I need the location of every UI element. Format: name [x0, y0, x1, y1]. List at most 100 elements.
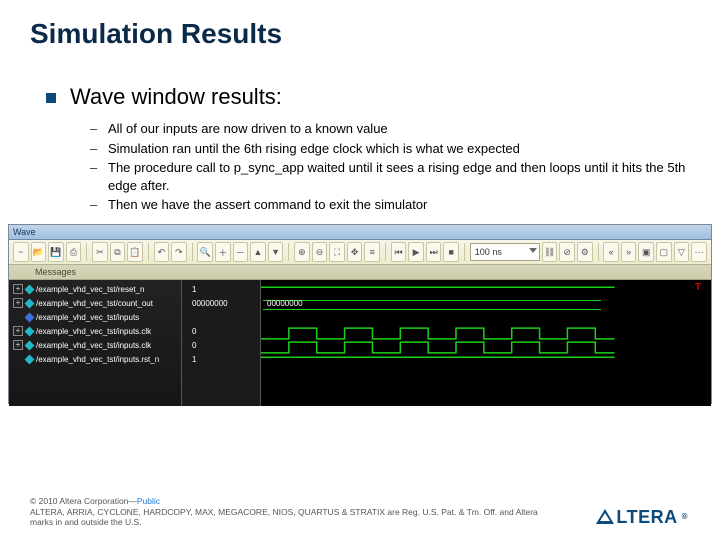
slide-body: Wave window results: – All of our inputs… — [46, 84, 690, 216]
wave-window: Wave ~📂💾⎙ ✂⧉📋 ↶↷ 🔍＋－▲▼ ⊕⊖⛶✥≡ ⏮▶⏭■ 100 ns ⛓⊘⚙ «»▣… — [8, 224, 712, 404]
expand-icon[interactable]: » — [621, 242, 637, 262]
filter-icon[interactable]: ▽ — [674, 242, 690, 262]
expand-icon[interactable]: + — [13, 326, 23, 336]
find-icon[interactable]: 🔍 — [197, 242, 213, 262]
dash-icon: – — [90, 120, 98, 138]
undo-icon[interactable]: ↶ — [154, 242, 170, 262]
copy-icon[interactable]: ⧉ — [110, 242, 126, 262]
toolbar-separator — [598, 243, 599, 261]
config-icon[interactable]: ⚙ — [577, 242, 593, 262]
signal-row[interactable]: + /example_vhd_vec_tst/inputs.clk — [9, 324, 181, 338]
options-icon[interactable]: ⋯ — [691, 242, 707, 262]
toolbar-separator — [148, 243, 149, 261]
signal-value: 1 — [186, 355, 196, 364]
zoom-in-icon[interactable]: ⊕ — [294, 242, 310, 262]
sub-bullet-text: The procedure call to p_sync_app waited … — [108, 159, 690, 194]
signal-row[interactable]: /example_vhd_vec_tst/inputs.rst_n — [9, 352, 181, 366]
break-icon[interactable]: ⊘ — [559, 242, 575, 262]
time-step-value: 100 ns — [475, 247, 502, 257]
add-icon[interactable]: ＋ — [215, 242, 231, 262]
redo-icon[interactable]: ↷ — [171, 242, 187, 262]
signal-diamond-icon — [25, 284, 35, 294]
signal-name: /example_vhd_vec_tst/inputs.rst_n — [36, 355, 159, 364]
trademark-line: ALTERA, ARRIA, CYCLONE, HARDCOPY, MAX, M… — [30, 507, 550, 528]
up-icon[interactable]: ▲ — [250, 242, 266, 262]
bus-value-label: 00000000 — [267, 299, 303, 308]
waveform-row — [261, 354, 711, 368]
altera-triangle-icon — [596, 509, 614, 524]
down-icon[interactable]: ▼ — [268, 242, 284, 262]
signal-value: 1 — [186, 285, 196, 294]
sub-bullet: – Then we have the assert command to exi… — [90, 196, 690, 214]
file-open-icon[interactable]: 📂 — [31, 242, 47, 262]
save-icon[interactable]: 💾 — [48, 242, 64, 262]
dash-icon: – — [90, 159, 98, 177]
collapse-icon[interactable]: « — [603, 242, 619, 262]
zoom-out-icon[interactable]: ⊖ — [312, 242, 328, 262]
waveform-row — [261, 340, 711, 354]
chevron-down-icon — [529, 248, 537, 253]
signal-diamond-icon — [25, 312, 35, 322]
waveform-row — [261, 326, 711, 340]
wave-title-text: Wave — [13, 227, 36, 237]
signal-diamond-icon — [25, 326, 35, 336]
copyright-line: © 2010 Altera Corporation—Public — [30, 496, 690, 507]
step-fwd-icon[interactable]: ⏭ — [426, 242, 442, 262]
dash-icon: – — [90, 140, 98, 158]
waveform-column: T 00000000 — [261, 280, 711, 406]
step-back-icon[interactable]: ⏮ — [391, 242, 407, 262]
expand-icon[interactable]: + — [13, 298, 23, 308]
signal-row[interactable]: + /example_vhd_vec_tst/inputs.clk — [9, 338, 181, 352]
signal-name: /example_vhd_vec_tst/inputs.clk — [36, 327, 151, 336]
toolbar-separator — [288, 243, 289, 261]
bullet-level1: Wave window results: — [46, 84, 690, 110]
signal-name: /example_vhd_vec_tst/reset_n — [36, 285, 145, 294]
messages-bar: Messages — [9, 265, 711, 280]
signal-row[interactable]: + /example_vhd_vec_tst/count_out — [9, 296, 181, 310]
sub-bullet-text: All of our inputs are now driven to a kn… — [108, 120, 388, 138]
slide-title: Simulation Results — [30, 18, 282, 50]
copyright-text: © 2010 Altera Corporation— — [30, 496, 137, 506]
zoom-full-icon[interactable]: ⛶ — [329, 242, 345, 262]
wave-icon[interactable]: ~ — [13, 242, 29, 262]
sub-bullet: – Simulation ran until the 6th rising ed… — [90, 140, 690, 158]
toolbar-separator — [86, 243, 87, 261]
stop-icon[interactable]: ■ — [443, 242, 459, 262]
cursor-icon[interactable]: ✥ — [347, 242, 363, 262]
remove-icon[interactable]: － — [233, 242, 249, 262]
cut-icon[interactable]: ✂ — [92, 242, 108, 262]
square-bullet-icon — [46, 93, 56, 103]
toolbar-separator — [385, 243, 386, 261]
signal-value-row: 1 — [182, 352, 260, 366]
wave-area: + /example_vhd_vec_tst/reset_n + /example_v… — [9, 280, 711, 406]
signal-diamond-icon — [25, 340, 35, 350]
print-icon[interactable]: ⎙ — [66, 242, 82, 262]
expand-icon[interactable]: + — [13, 284, 23, 294]
ruler-icon[interactable]: ≡ — [364, 242, 380, 262]
ungroup-icon[interactable]: ▢ — [656, 242, 672, 262]
sub-bullet: – The procedure call to p_sync_app waite… — [90, 159, 690, 194]
signal-name: /example_vhd_vec_tst/count_out — [36, 299, 153, 308]
slide: Simulation Results Wave window results: … — [0, 0, 720, 540]
expand-icon[interactable]: + — [13, 340, 23, 350]
signal-diamond-icon — [25, 298, 35, 308]
dash-icon: – — [90, 196, 98, 214]
signal-name: /example_vhd_vec_tst/inputs.clk — [36, 341, 151, 350]
public-label: Public — [137, 496, 160, 506]
time-step-field[interactable]: 100 ns — [470, 243, 540, 261]
sub-bullets: – All of our inputs are now driven to a … — [90, 120, 690, 214]
bullet-text: Wave window results: — [70, 84, 282, 110]
paste-icon[interactable]: 📋 — [127, 242, 143, 262]
wave-toolbar: ~📂💾⎙ ✂⧉📋 ↶↷ 🔍＋－▲▼ ⊕⊖⛶✥≡ ⏮▶⏭■ 100 ns ⛓⊘⚙ «»▣▢▽⋯ — [9, 240, 711, 265]
altera-logo-text: LTERA — [616, 506, 677, 529]
messages-label: Messages — [35, 267, 76, 277]
signal-row[interactable]: + /example_vhd_vec_tst/reset_n — [9, 282, 181, 296]
group-icon[interactable]: ▣ — [638, 242, 654, 262]
play-icon[interactable]: ▶ — [408, 242, 424, 262]
toolbar-separator — [464, 243, 465, 261]
signal-row[interactable]: /example_vhd_vec_tst/inputs — [9, 310, 181, 324]
altera-logo: LTERA ® — [596, 506, 688, 529]
signal-value-row: 0 — [182, 338, 260, 352]
signal-name: /example_vhd_vec_tst/inputs — [36, 313, 139, 322]
link-icon[interactable]: ⛓ — [542, 242, 558, 262]
